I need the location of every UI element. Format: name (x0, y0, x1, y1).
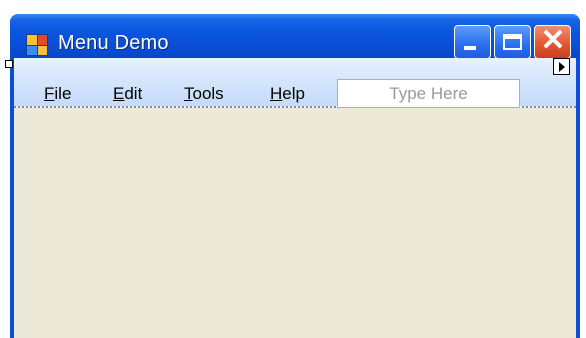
application-icon[interactable] (26, 34, 48, 56)
close-icon: ✕ (540, 24, 566, 57)
window-title: Menu Demo (58, 32, 169, 54)
menu-item-help[interactable]: Help (270, 84, 305, 104)
close-button[interactable]: ✕ (534, 24, 571, 59)
minimize-icon (464, 46, 476, 50)
title-bar[interactable]: Menu Demo ✕ (10, 14, 580, 59)
maximize-icon (503, 34, 522, 50)
menu-item-tools[interactable]: Tools (184, 84, 224, 104)
maximize-button[interactable] (494, 25, 531, 59)
smart-tag-button[interactable] (553, 58, 570, 75)
menu-item-file[interactable]: File (44, 84, 71, 104)
form-window: Menu Demo ✕ File Edit Tools Help Type He… (10, 14, 580, 338)
menu-strip[interactable]: File Edit Tools Help Type Here (14, 58, 576, 108)
smart-tag-arrow-icon (559, 62, 565, 72)
menu-item-edit[interactable]: Edit (113, 84, 142, 104)
form-client-area: File Edit Tools Help Type Here (14, 58, 576, 338)
minimize-button[interactable] (454, 25, 491, 59)
selection-grip[interactable] (5, 60, 13, 68)
type-here-new-item-box[interactable]: Type Here (337, 79, 520, 108)
